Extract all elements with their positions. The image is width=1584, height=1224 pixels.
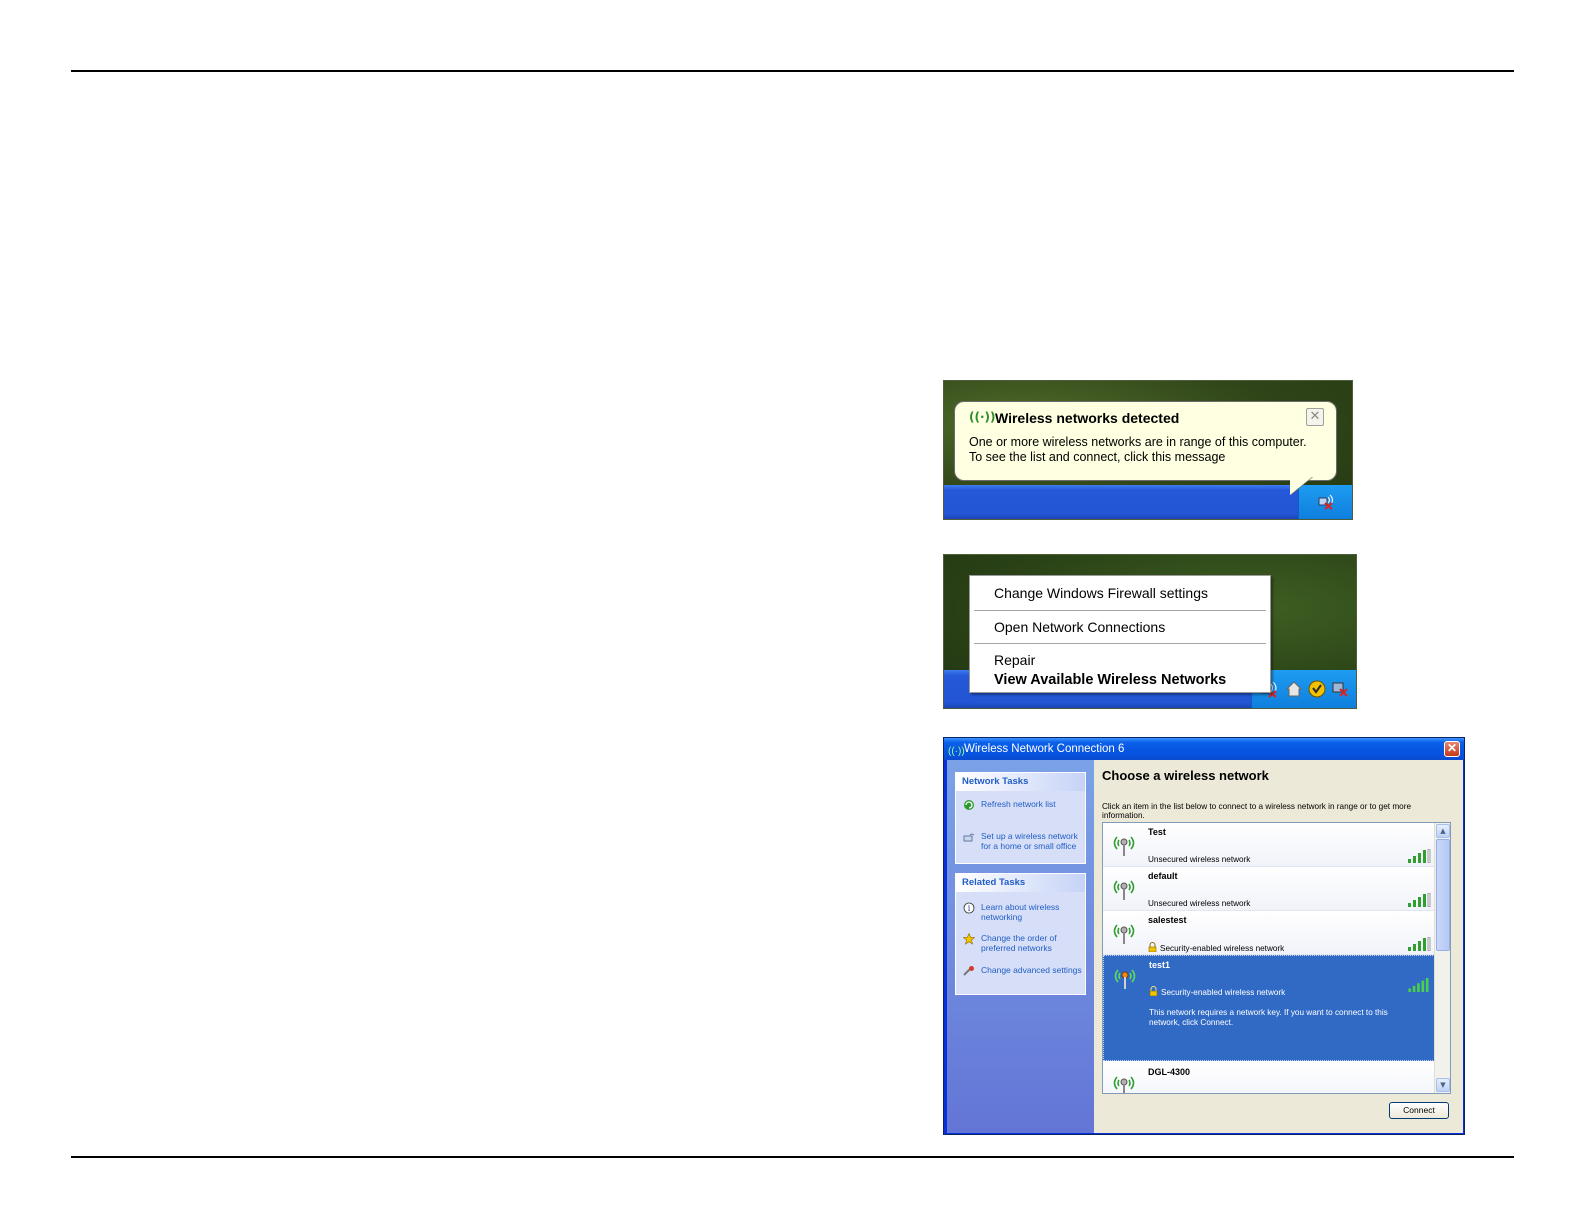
network-row-test[interactable]: Test Unsecured wireless network [1103,823,1435,867]
wireless-antenna-icon [1113,880,1135,900]
task-label: Change the order of preferred networks [981,933,1057,953]
wireless-icon: ((·)) [969,410,996,424]
network-status: Security-enabled wireless network [1160,944,1285,953]
task-label: Set up a wireless network for a home or … [981,831,1078,851]
network-status: Unsecured wireless network [1148,899,1251,908]
network-status: Unsecured wireless network [1148,855,1251,864]
home-icon[interactable] [1284,679,1304,699]
balloon-screenshot: ((·)) Wireless networks detected One or … [943,380,1353,520]
network-tasks-panel: Network Tasks Refresh network list Set u… [955,772,1086,864]
wireless-network-tray-icon[interactable] [1317,494,1335,510]
network-row-default[interactable]: default Unsecured wireless network [1103,867,1435,911]
wireless-network-dialog: ((·)) Wireless Network Connection 6 ✕ Ne… [943,737,1465,1135]
balloon-title: Wireless networks detected [995,410,1180,426]
signal-strength-icon [1408,849,1431,863]
balloon-message: One or more wireless networks are in ran… [969,435,1322,465]
close-button[interactable]: ✕ [1444,741,1460,757]
balloon-line-1: One or more wireless networks are in ran… [969,435,1307,449]
network-row-salestest[interactable]: salestest Security-enabled wireless netw… [1103,911,1435,955]
network-status-line: Security-enabled wireless network [1148,942,1284,953]
task-label: Change advanced settings [981,965,1082,975]
wireless-antenna-icon [1114,969,1136,989]
dialog-titlebar[interactable]: ((·)) Wireless Network Connection 6 ✕ [944,738,1464,760]
network-name: Test [1148,827,1166,837]
wireless-antenna-icon [1113,836,1135,856]
context-menu-screenshot: Change Windows Firewall settings Open Ne… [943,554,1357,709]
info-icon: i [963,902,975,914]
network-tasks-header: Network Tasks [956,773,1085,791]
refresh-icon [964,800,974,810]
lock-icon [1148,942,1157,952]
notification-balloon[interactable]: ((·)) Wireless networks detected One or … [954,401,1337,481]
connect-button[interactable]: Connect [1389,1102,1449,1119]
task-sidebar: Network Tasks Refresh network list Set u… [947,760,1094,1133]
wireless-antenna-icon [1113,1076,1135,1093]
task-label: Learn about wireless networking [981,902,1060,922]
network-name: salestest [1148,915,1187,925]
top-rule [71,70,1514,72]
balloon-line-2: To see the list and connect, click this … [969,450,1226,464]
menu-separator [974,643,1266,644]
related-tasks-panel: Related Tasks i Learn about wireless net… [955,873,1086,995]
scroll-thumb[interactable] [1436,839,1450,951]
bottom-rule [71,1156,1514,1158]
lock-icon [1149,986,1158,996]
menu-item-repair[interactable]: Repair [994,652,1035,668]
menu-item-open-network-connections[interactable]: Open Network Connections [994,619,1165,635]
network-row-test1[interactable]: test1 Security-enabled wireless network … [1103,955,1435,1061]
task-label: Refresh network list [981,799,1056,809]
network-name: test1 [1149,960,1171,970]
menu-separator [974,610,1266,611]
dialog-content: Choose a wireless network Click an item … [1094,760,1463,1133]
signal-strength-icon [1407,1089,1431,1094]
signal-strength-icon [1408,937,1431,951]
signal-strength-icon [1408,978,1429,992]
scroll-down-button[interactable]: ▼ [1436,1078,1450,1092]
scroll-up-button[interactable]: ▲ [1436,824,1450,838]
advanced-settings-icon [963,966,974,976]
star-icon [963,933,975,945]
network-status-line: Security-enabled wireless network [1149,986,1285,997]
menu-item-view-wireless-networks[interactable]: View Available Wireless Networks [994,672,1226,688]
signal-strength-icon [1408,893,1431,907]
content-description: Click an item in the list below to conne… [1102,802,1411,820]
network-info-text: This network requires a network key. If … [1149,1008,1388,1027]
network-name: DGL-4300 [1148,1067,1191,1077]
menu-item-change-firewall[interactable]: Change Windows Firewall settings [994,585,1208,601]
network-list-scrollbar[interactable]: ▲ ▼ [1434,823,1450,1093]
network-disconnected-icon[interactable] [1330,679,1350,699]
network-list[interactable]: Test Unsecured wireless network default … [1102,822,1451,1094]
security-shield-icon[interactable] [1307,679,1327,699]
balloon-tail [1290,477,1312,495]
network-name: default [1148,871,1178,881]
wireless-antenna-icon [1113,924,1135,944]
network-row-dgl-4300[interactable]: DGL-4300 [1103,1063,1435,1094]
close-icon[interactable]: ✕ [1306,408,1324,426]
content-heading: Choose a wireless network [1102,768,1269,783]
setup-wireless-icon [963,833,975,842]
related-tasks-header: Related Tasks [956,874,1085,892]
tray-context-menu: Change Windows Firewall settings Open Ne… [969,575,1271,693]
svg-text:i: i [968,904,971,913]
dialog-title: Wireless Network Connection 6 [964,743,1125,755]
network-status: Security-enabled wireless network [1161,988,1286,997]
